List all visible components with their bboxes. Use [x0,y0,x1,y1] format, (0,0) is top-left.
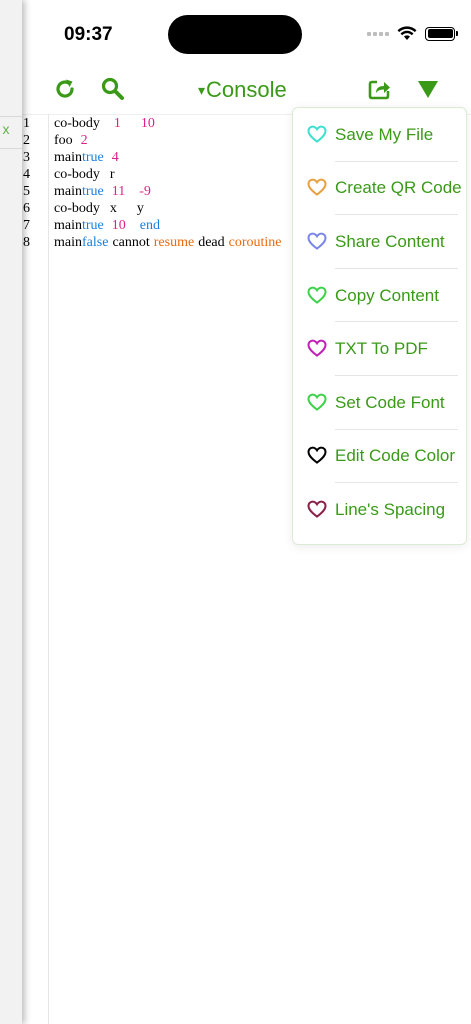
menu-item-create-qr-code[interactable]: Create QR Code [293,162,466,216]
line-text: mainfalse cannot resume dead coroutine [54,234,282,251]
heart-icon [307,339,327,358]
line-number: 5 [23,184,30,199]
left-panel: x [0,0,22,1024]
status-time: 09:37 [64,24,113,45]
dynamic-island [168,15,302,54]
code-token: 10 [111,218,126,233]
menu-item-copy-content[interactable]: Copy Content [293,269,466,323]
code-token: foo [54,133,73,148]
code-token: true [82,150,104,165]
code-token: coroutine [228,235,282,250]
left-panel-divider [0,116,22,117]
actions-menu: Save My File Create QR Code Share Content C… [292,107,467,545]
console-screen: 09:37 ▾ Console 1 co-body 1 10 2 foo 2 3 maintru… [22,0,471,1024]
menu-item-label: Copy Content [335,285,439,305]
dropdown-triangle-icon[interactable] [415,76,441,102]
line-text: co-body 1 10 [54,115,155,132]
line-text: co-body x y [54,200,144,217]
cellular-signal-icon [367,31,389,36]
menu-item-set-code-font[interactable]: Set Code Font [293,376,466,430]
code-token: 10 [140,116,155,131]
heart-icon [307,232,327,250]
code-token: -9 [139,184,151,199]
heart-icon [307,286,327,304]
menu-item-save-my-file[interactable]: Save My File [293,108,466,162]
code-token: co-body [54,116,100,131]
code-token: main [54,184,82,199]
line-text: co-body r [54,166,115,183]
menu-item-edit-code-color[interactable]: Edit Code Color [293,430,466,484]
menu-item-line-s-spacing[interactable]: Line's Spacing [293,483,466,537]
line-number: 4 [23,167,30,182]
wifi-icon [397,26,417,40]
code-token: main [54,150,82,165]
line-number: 1 [23,116,30,131]
status-indicators [367,26,458,41]
code-token: end [139,218,160,233]
code-token: resume [153,235,195,250]
chevron-down-icon: ▾ [198,81,206,98]
menu-item-label: Edit Code Color [335,446,456,466]
line-text: maintrue 4 [54,149,119,166]
heart-icon [307,125,327,143]
code-token: 11 [111,184,126,199]
page-title: Console [206,77,287,102]
search-icon[interactable] [100,76,126,102]
heart-icon [307,500,327,518]
code-token: co-body [54,167,100,182]
console-title-button[interactable]: ▾ Console [198,76,287,104]
code-token: true [82,218,104,233]
code-token: false [82,235,109,250]
code-token: main [54,235,82,250]
menu-item-share-content[interactable]: Share Content [293,215,466,269]
menu-item-label: Set Code Font [335,392,445,412]
menu-item-label: TXT To PDF [335,339,428,359]
code-token: cannot [112,235,150,250]
left-panel-divider [0,148,22,149]
code-token: co-body [54,201,100,216]
line-number: 7 [23,218,30,233]
code-token: x [109,201,117,216]
code-token: 1 [113,116,121,131]
heart-icon [307,393,327,411]
menu-item-label: Share Content [335,231,445,251]
menu-item-label: Save My File [335,124,434,144]
code-token: 2 [80,133,88,148]
heart-icon [307,446,327,465]
code-token: dead [198,235,225,250]
code-token: true [82,184,104,199]
line-number: 6 [23,201,30,216]
line-text: maintrue 10 end [54,217,160,234]
refresh-icon[interactable] [52,76,78,102]
line-text: foo 2 [54,132,88,149]
share-icon[interactable] [367,76,393,102]
battery-icon [425,26,458,41]
code-token: main [54,218,82,233]
menu-item-label: Line's Spacing [335,499,446,519]
menu-item-label: Create QR Code [335,178,462,198]
code-token: 4 [111,150,119,165]
line-number: 2 [23,133,30,148]
menu-item-txt-to-pdf[interactable]: TXT To PDF [293,322,466,376]
code-token: r [109,167,115,182]
line-number: 3 [23,150,30,165]
line-number: 8 [23,235,30,250]
code-token: y [136,201,144,216]
line-text: maintrue 11 -9 [54,183,151,200]
heart-icon [307,178,327,197]
left-panel-close-button[interactable]: x [0,121,12,137]
